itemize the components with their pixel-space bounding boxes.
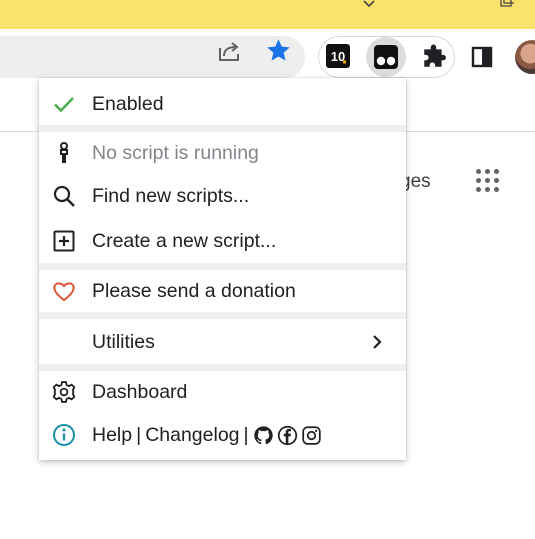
chevron-right-icon — [373, 335, 382, 349]
utilities-label: Utilities — [92, 330, 155, 353]
ten-extension-icon[interactable]: 10 — [326, 44, 350, 68]
no-script-running-label: No script is running — [92, 141, 259, 164]
enabled-label: Enabled — [92, 92, 164, 115]
search-icon — [52, 184, 76, 208]
help-item: Help | Changelog | — [39, 415, 406, 455]
dashboard-label: Dashboard — [92, 380, 188, 403]
menu-separator — [39, 263, 406, 270]
create-new-script-item[interactable]: Create a new script... — [39, 221, 406, 261]
dashboard-item[interactable]: Dashboard — [39, 372, 406, 412]
create-new-script-label: Create a new script... — [92, 229, 277, 252]
donation-label: Please send a donation — [92, 279, 296, 302]
github-icon[interactable] — [253, 425, 274, 446]
apps-grid-icon[interactable] — [476, 169, 500, 193]
share-icon[interactable] — [216, 39, 244, 63]
tampermonkey-icon[interactable] — [374, 45, 398, 69]
menu-separator — [39, 125, 406, 132]
menu-separator — [39, 312, 406, 319]
menu-separator — [39, 364, 406, 371]
check-icon — [52, 92, 76, 116]
utilities-item[interactable]: Utilities — [39, 322, 406, 362]
help-links-row: Help | Changelog | — [92, 424, 325, 447]
facebook-icon[interactable] — [277, 425, 298, 446]
changelog-link[interactable]: Changelog — [145, 424, 239, 447]
enabled-toggle[interactable]: Enabled — [39, 84, 406, 124]
help-link[interactable]: Help — [92, 424, 132, 447]
gear-icon — [52, 380, 76, 404]
heart-icon — [52, 279, 76, 303]
instagram-icon[interactable] — [301, 425, 322, 446]
window-title-bar — [0, 0, 535, 29]
chevron-down-icon[interactable] — [362, 0, 376, 10]
restore-window-icon[interactable] — [497, 0, 515, 10]
donation-item[interactable]: Please send a donation — [39, 271, 406, 311]
add-box-icon — [52, 229, 76, 253]
extensions-puzzle-icon[interactable] — [421, 44, 447, 70]
info-icon — [52, 423, 76, 447]
link-separator: | — [243, 423, 249, 446]
address-bar[interactable] — [0, 36, 305, 78]
bookmark-star-icon[interactable] — [265, 37, 292, 64]
tampermonkey-popup-menu: Enabled No script is running Find new sc… — [39, 78, 406, 460]
link-separator: | — [136, 423, 142, 446]
script-status-item: No script is running — [39, 133, 406, 173]
side-panel-icon[interactable] — [471, 46, 493, 68]
find-new-scripts-label: Find new scripts... — [92, 184, 250, 207]
script-status-icon — [52, 141, 76, 165]
profile-avatar[interactable] — [515, 40, 535, 74]
find-new-scripts-item[interactable]: Find new scripts... — [39, 176, 406, 216]
